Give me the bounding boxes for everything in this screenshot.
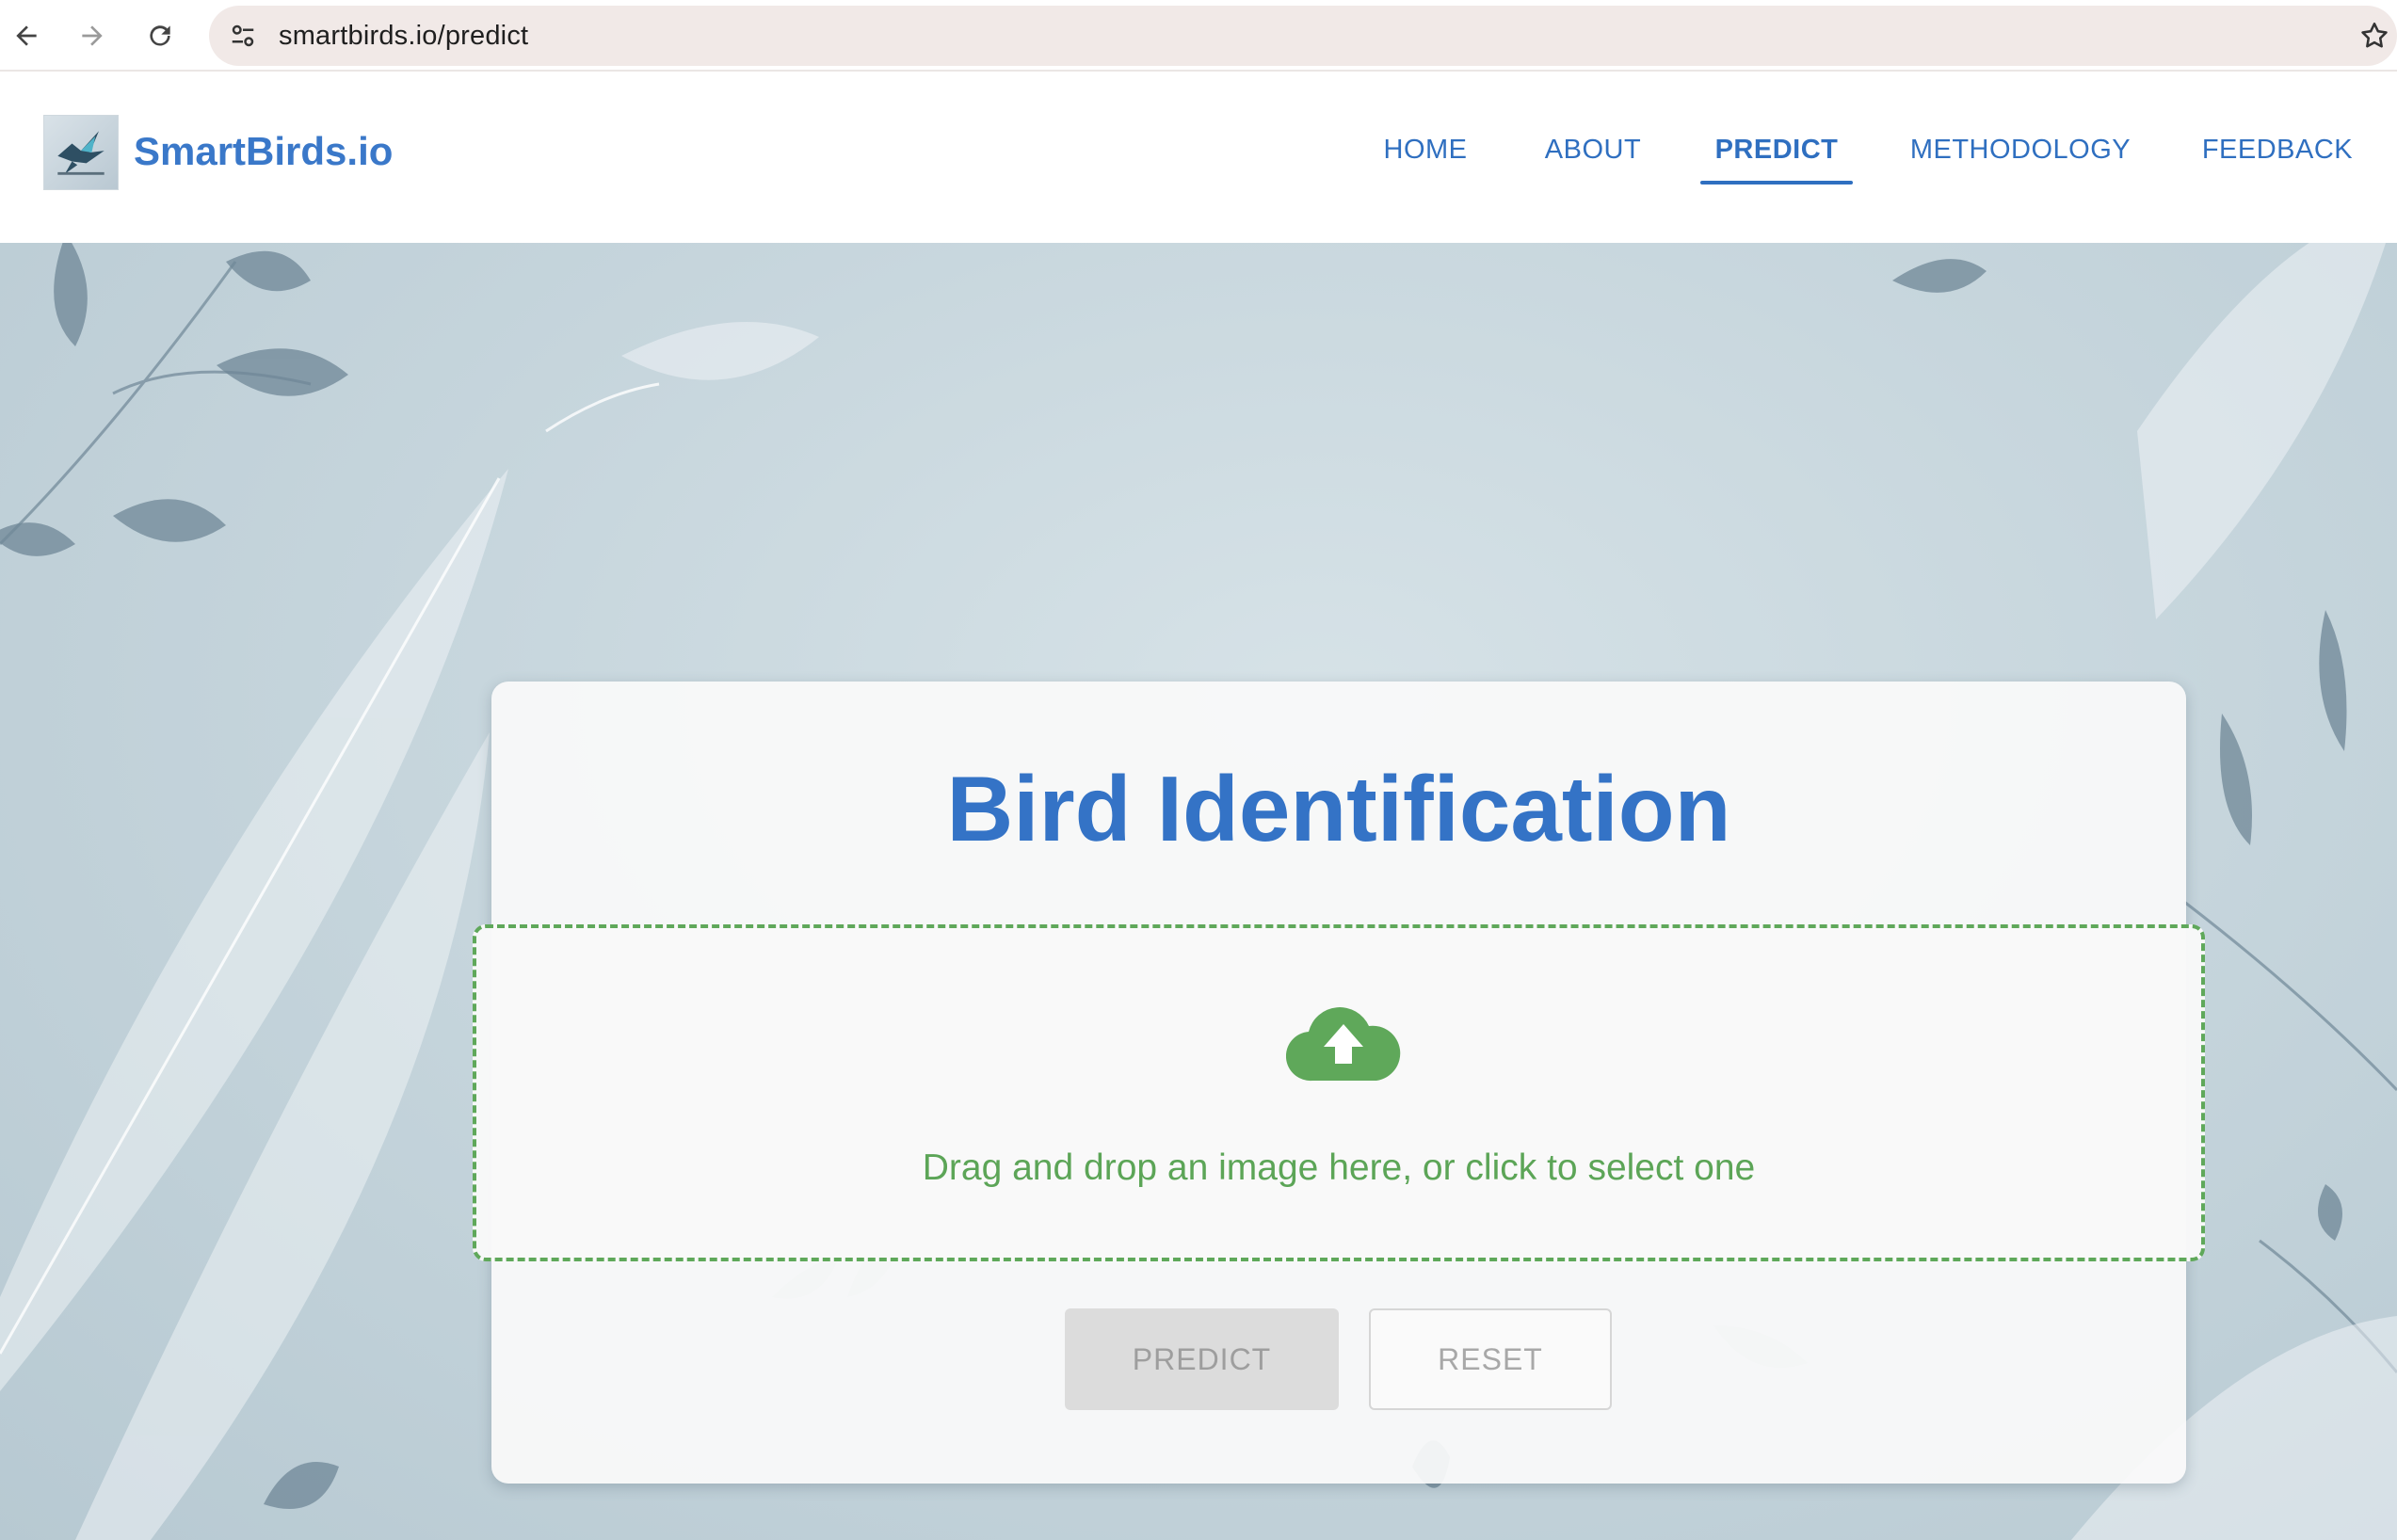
back-button[interactable] — [4, 13, 49, 58]
brand-name[interactable]: SmartBirds.io — [134, 122, 393, 181]
brand-logo[interactable] — [43, 115, 119, 190]
nav-methodology[interactable]: METHODOLOGY — [1907, 119, 2133, 181]
dropzone-instructions: Drag and drop an image here, or click to… — [922, 1147, 1756, 1188]
nav-home[interactable]: HOME — [1376, 119, 1474, 181]
reload-icon — [150, 25, 170, 46]
cloud-upload-icon — [1286, 1007, 1401, 1082]
bird-logo-icon — [57, 131, 105, 175]
nav-predict-label: PREDICT — [1714, 135, 1839, 165]
bookmark-button[interactable] — [2352, 13, 2397, 58]
page-title: Bird Identification — [946, 757, 1731, 860]
nav-feedback[interactable]: FEEDBACK — [2197, 119, 2357, 181]
image-dropzone[interactable]: Drag and drop an image here, or click to… — [473, 924, 2205, 1261]
tune-icon — [232, 24, 254, 47]
nav-about[interactable]: ABOUT — [1540, 119, 1646, 181]
reload-button[interactable] — [137, 13, 183, 58]
url-text[interactable]: smartbirds.io/predict — [279, 6, 528, 66]
arrow-right-icon — [82, 25, 103, 46]
active-tab-indicator — [1700, 181, 1853, 184]
reset-button[interactable]: RESET — [1369, 1308, 1612, 1410]
site-info-button[interactable] — [226, 19, 260, 53]
arrow-left-icon — [16, 25, 37, 46]
site-header: SmartBirds.io HOME ABOUT PREDICT METHODO… — [0, 73, 2397, 243]
star-icon — [2361, 22, 2388, 48]
nav-predict[interactable]: PREDICT — [1700, 119, 1853, 184]
forward-button[interactable] — [70, 13, 115, 58]
predict-button[interactable]: PREDICT — [1065, 1308, 1339, 1410]
browser-toolbar: smartbirds.io/predict — [0, 0, 2397, 72]
address-bar[interactable]: smartbirds.io/predict — [209, 6, 2397, 66]
